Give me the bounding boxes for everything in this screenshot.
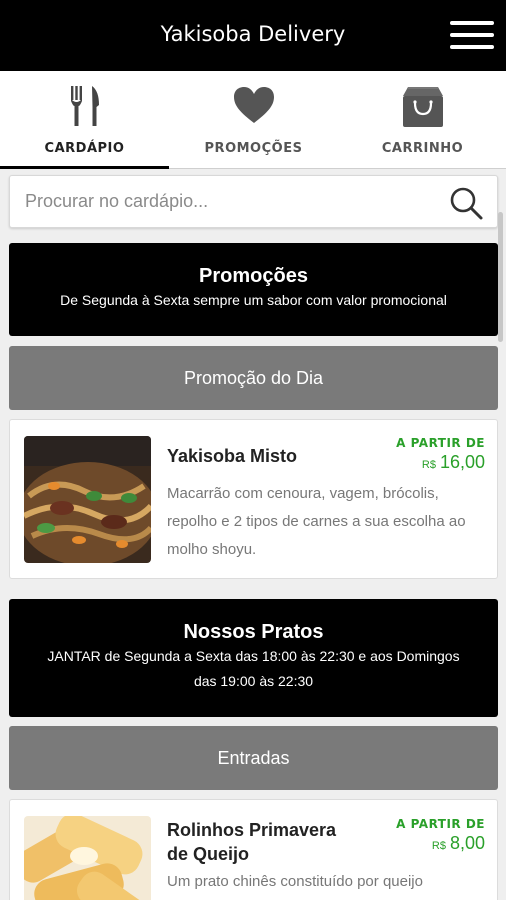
item-description: Um prato chinês constituído por queijo xyxy=(167,873,423,890)
scrollbar-thumb[interactable] xyxy=(498,212,503,342)
shopping-bag-icon xyxy=(402,87,443,127)
item-name-line2: de Queijo xyxy=(167,844,250,864)
active-tab-indicator xyxy=(0,166,169,169)
app-screen: Yakisoba Delivery CARDÁPIO PROMOÇÕES CAR… xyxy=(0,0,506,900)
hamburger-menu-icon[interactable] xyxy=(450,18,494,52)
category-promocao-do-dia[interactable]: Promoção do Dia xyxy=(9,346,498,410)
price-value: 8,00 xyxy=(449,833,485,853)
item-name-line1: Rolinhos Primavera xyxy=(167,820,337,840)
section-subtitle: De Segunda à Sexta sempre um sabor com v… xyxy=(60,292,447,308)
search-icon[interactable] xyxy=(447,184,485,222)
tab-label: CARRINHO xyxy=(381,141,464,156)
tab-label: PROMOÇÕES xyxy=(204,141,303,156)
currency-symbol: R$ xyxy=(421,459,436,471)
tab-carrinho[interactable]: CARRINHO xyxy=(338,71,506,169)
top-bar: Yakisoba Delivery xyxy=(0,0,506,71)
section-title: Promoções xyxy=(199,265,308,287)
fork-knife-icon xyxy=(70,86,99,126)
food-image xyxy=(24,816,151,900)
item-price: R$ 16,00 xyxy=(422,452,485,473)
price-value: 16,00 xyxy=(439,452,485,472)
section-title: Nossos Pratos xyxy=(183,621,324,643)
search-input[interactable]: Procurar no cardápio... xyxy=(25,191,208,212)
tab-cardapio[interactable]: CARDÁPIO xyxy=(0,71,169,169)
food-image xyxy=(24,436,151,563)
price-from-label: A PARTIR DE xyxy=(396,817,485,831)
dishes-header: Nossos Pratos JANTAR de Segunda a Sexta … xyxy=(9,599,498,717)
search-box[interactable]: Procurar no cardápio... xyxy=(9,175,498,228)
price-from-label: A PARTIR DE xyxy=(396,436,485,450)
menu-item-card[interactable]: Rolinhos Primavera de Queijo A PARTIR DE… xyxy=(9,799,498,900)
menu-item-card[interactable]: Yakisoba Misto A PARTIR DE R$ 16,00 Macar… xyxy=(9,419,498,579)
heart-icon xyxy=(233,87,274,123)
item-price: R$ 8,00 xyxy=(432,833,485,854)
currency-symbol: R$ xyxy=(431,840,446,852)
section-subtitle-line1: JANTAR de Segunda a Sexta das 18:00 às 2… xyxy=(47,648,460,664)
main-tabs: CARDÁPIO PROMOÇÕES CARRINHO xyxy=(0,71,506,169)
promotions-header: Promoções De Segunda à Sexta sempre um s… xyxy=(9,243,498,336)
tab-label: CARDÁPIO xyxy=(44,141,125,156)
tab-promocoes[interactable]: PROMOÇÕES xyxy=(169,71,338,169)
app-title: Yakisoba Delivery xyxy=(160,22,346,46)
item-name: Yakisoba Misto xyxy=(167,446,298,466)
section-subtitle-line2: das 19:00 às 22:30 xyxy=(193,673,314,689)
item-description: Macarrão com cenoura, vagem, brócolis, r… xyxy=(167,485,466,558)
category-entradas[interactable]: Entradas xyxy=(9,726,498,790)
